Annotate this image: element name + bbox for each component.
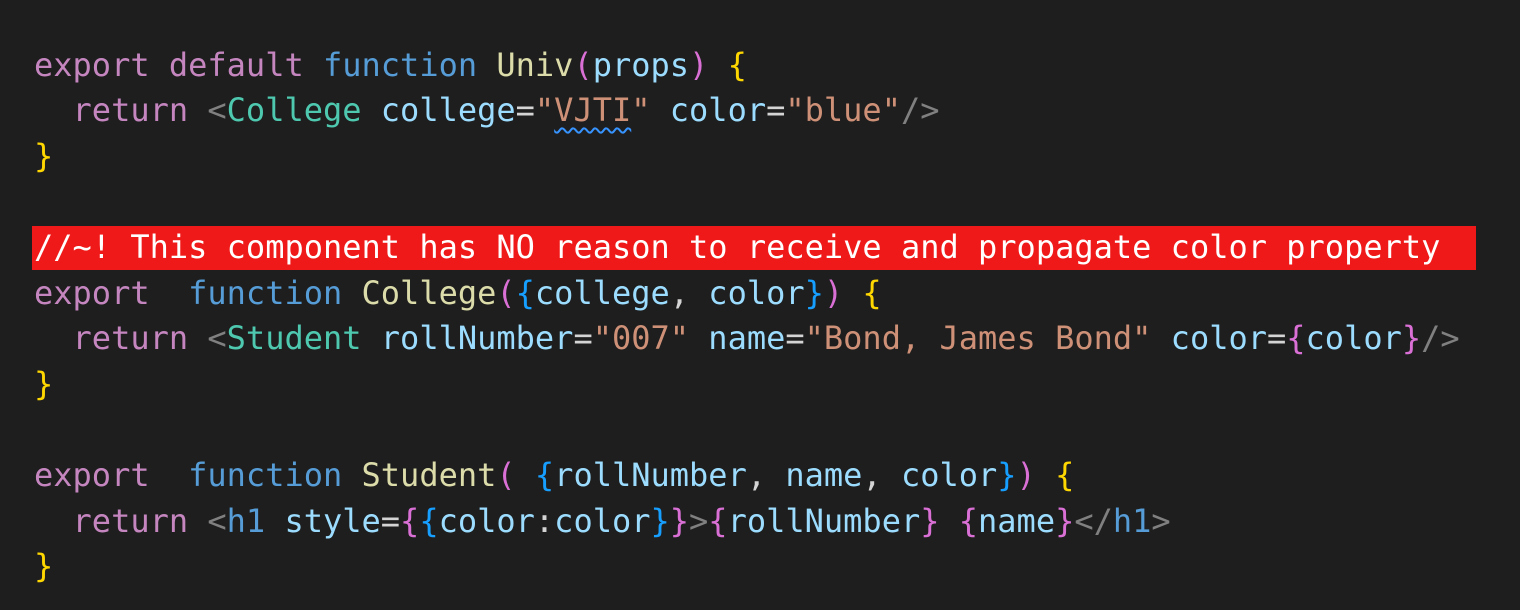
keyword-default: default [168, 46, 304, 84]
expr-color: color [1305, 319, 1402, 357]
function-name-college: College [361, 274, 497, 312]
tag-open-bracket: < [207, 91, 227, 129]
jsx-tag-h1-close: h1 [1112, 502, 1152, 540]
param-color: color [708, 274, 805, 312]
jsx-tag-h1: h1 [226, 502, 266, 540]
attr-rollnumber: rollNumber [380, 319, 574, 357]
keyword-function: function [322, 46, 478, 84]
keyword-return: return [72, 91, 189, 129]
paren-close: ) [689, 46, 709, 84]
style-key: color [438, 502, 535, 540]
string-vjti: "VJTI" [534, 91, 651, 129]
jsx-tag-student: Student [226, 319, 362, 357]
string-007: "007" [592, 319, 690, 357]
keyword-function: function [188, 274, 343, 312]
code-line-3: } [34, 133, 53, 179]
function-name-student: Student [361, 456, 497, 494]
code-line-7: return <Student rollNumber="007" name="B… [72, 319, 1460, 357]
expr-name: name [978, 502, 1056, 540]
code-line-8: } [34, 365, 54, 403]
attr-color: color [1170, 319, 1267, 357]
tag-self-close: /> [900, 91, 940, 129]
brace-open: { [727, 46, 747, 84]
param-props: props [592, 46, 690, 84]
param-name: name [785, 456, 863, 494]
code-line-12: } [34, 547, 54, 585]
code-line-1: export default function Univ(props) { [34, 42, 747, 88]
code-editor[interactable]: export default function Univ(props) { re… [0, 0, 1520, 610]
style-value: color [554, 502, 651, 540]
code-line-10: export function Student( {rollNumber, na… [34, 456, 1075, 494]
attr-college: college [380, 91, 516, 129]
paren-open: ( [573, 46, 593, 84]
jsx-tag-college: College [226, 91, 362, 129]
code-line-11: return <h1 style={{color:color}}>{rollNu… [72, 502, 1171, 540]
string-blue: "blue" [785, 91, 901, 129]
string-bond: "Bond, James Bond" [804, 319, 1152, 357]
spellcheck-warning[interactable]: VJTI [554, 91, 631, 129]
code-line-2: return <College college="VJTI" color="bl… [72, 91, 940, 129]
attr-style: style [284, 502, 381, 540]
keyword-return: return [72, 319, 189, 357]
keyword-export: export [34, 456, 150, 494]
keyword-export: export [34, 46, 150, 84]
param-color: color [900, 456, 998, 494]
function-name-univ: Univ [496, 46, 574, 84]
attr-name: name [708, 319, 786, 357]
code-comment: //~! This component has NO reason to rec… [34, 228, 1441, 266]
keyword-return: return [72, 502, 189, 540]
code-line-6: export function College({college, color}… [34, 274, 882, 312]
param-college: college [534, 274, 670, 312]
keyword-function: function [188, 456, 343, 494]
expr-rollnumber: rollNumber [727, 502, 921, 540]
keyword-export: export [34, 274, 150, 312]
param-rollnumber: rollNumber [554, 456, 747, 494]
attr-color: color [669, 91, 767, 129]
brace-close: } [34, 137, 54, 175]
